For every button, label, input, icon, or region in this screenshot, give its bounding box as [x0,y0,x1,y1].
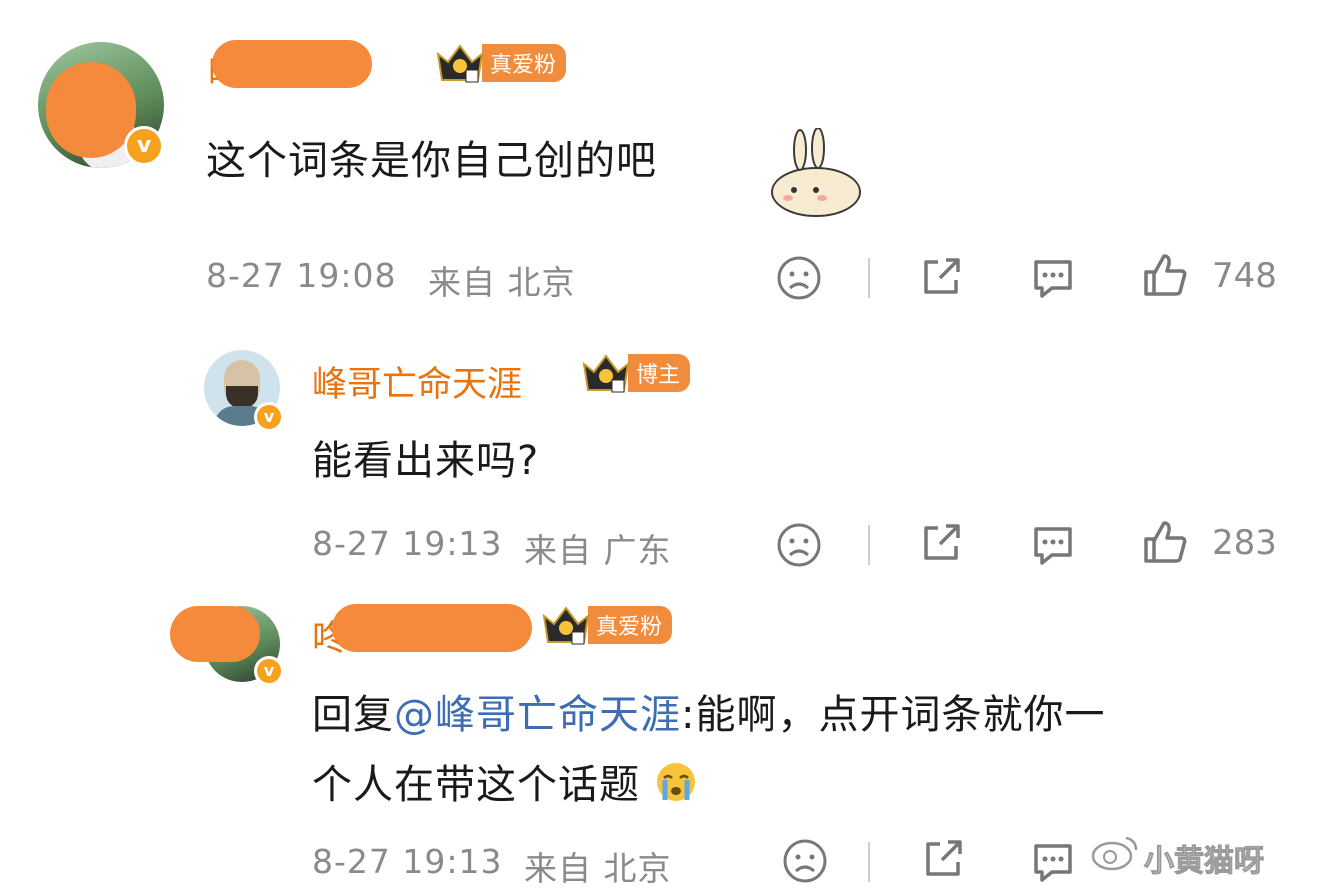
comment-location: 来自 北京 [428,263,576,302]
comment-location: 来自 广东 [524,531,672,570]
redaction-blob [332,604,532,652]
badge-label: 博主 [628,354,691,392]
comment-location: 来自 北京 [524,849,672,888]
comment-text-line-2: 个人在带这个话题 [312,752,698,810]
reply-prefix: 回复 [312,692,394,738]
comment-date: 8-27 19:13 [312,524,503,563]
crown-icon [540,602,592,648]
badge-label: 真爱粉 [588,606,673,644]
share-icon[interactable] [920,836,966,886]
comment-text-line-1: 回复@峰哥亡命天涯:能啊，点开词条就你一 [312,682,1105,740]
sad-face-icon[interactable] [782,838,828,888]
username[interactable]: 峰哥亡命天涯 [312,356,522,407]
verified-v-icon: v [254,402,284,432]
reply-text: 个人在带这个话题 [312,762,640,808]
watermark: 小黄猫呀 [1144,844,1265,880]
verified-v-icon: v [124,126,164,166]
sad-face-icon[interactable] [776,522,822,572]
weibo-logo-icon [1090,832,1142,876]
comment-icon[interactable] [1030,840,1076,888]
share-icon[interactable] [918,520,964,570]
redaction-blob [170,606,260,662]
divider [868,525,870,565]
reply-text: :能啊，点开词条就你一 [681,692,1106,738]
like-count: 283 [1212,523,1277,563]
comment-icon[interactable] [1030,523,1076,571]
verified-v-icon: v [254,656,284,686]
comment-text: 这个词条是你自己创的吧 [206,138,657,184]
sad-face-icon[interactable] [776,255,822,305]
share-icon[interactable] [918,254,964,304]
crown-icon [580,350,632,396]
divider [868,258,870,298]
crying-emoji-icon [654,760,698,814]
fan-badge: 真爱粉 [540,602,673,648]
like-count: 748 [1212,256,1277,296]
comment-date: 8-27 19:08 [206,256,397,295]
fan-badge: 真爱粉 [434,40,567,86]
badge-label: 真爱粉 [482,44,567,82]
mention-link[interactable]: @峰哥亡命天涯 [394,692,681,738]
thumbs-up-icon[interactable] [1142,252,1188,302]
bunny-sticker-icon [766,127,872,224]
thumbs-up-icon[interactable] [1142,519,1188,569]
crown-icon [434,40,486,86]
redaction-blob [46,62,136,158]
comment-date: 8-27 19:13 [312,842,503,881]
divider [868,842,870,882]
blogger-badge: 博主 [580,350,691,396]
comment-icon[interactable] [1030,256,1076,304]
comment-text: 能看出来吗? [312,438,540,484]
redaction-blob [212,40,372,88]
